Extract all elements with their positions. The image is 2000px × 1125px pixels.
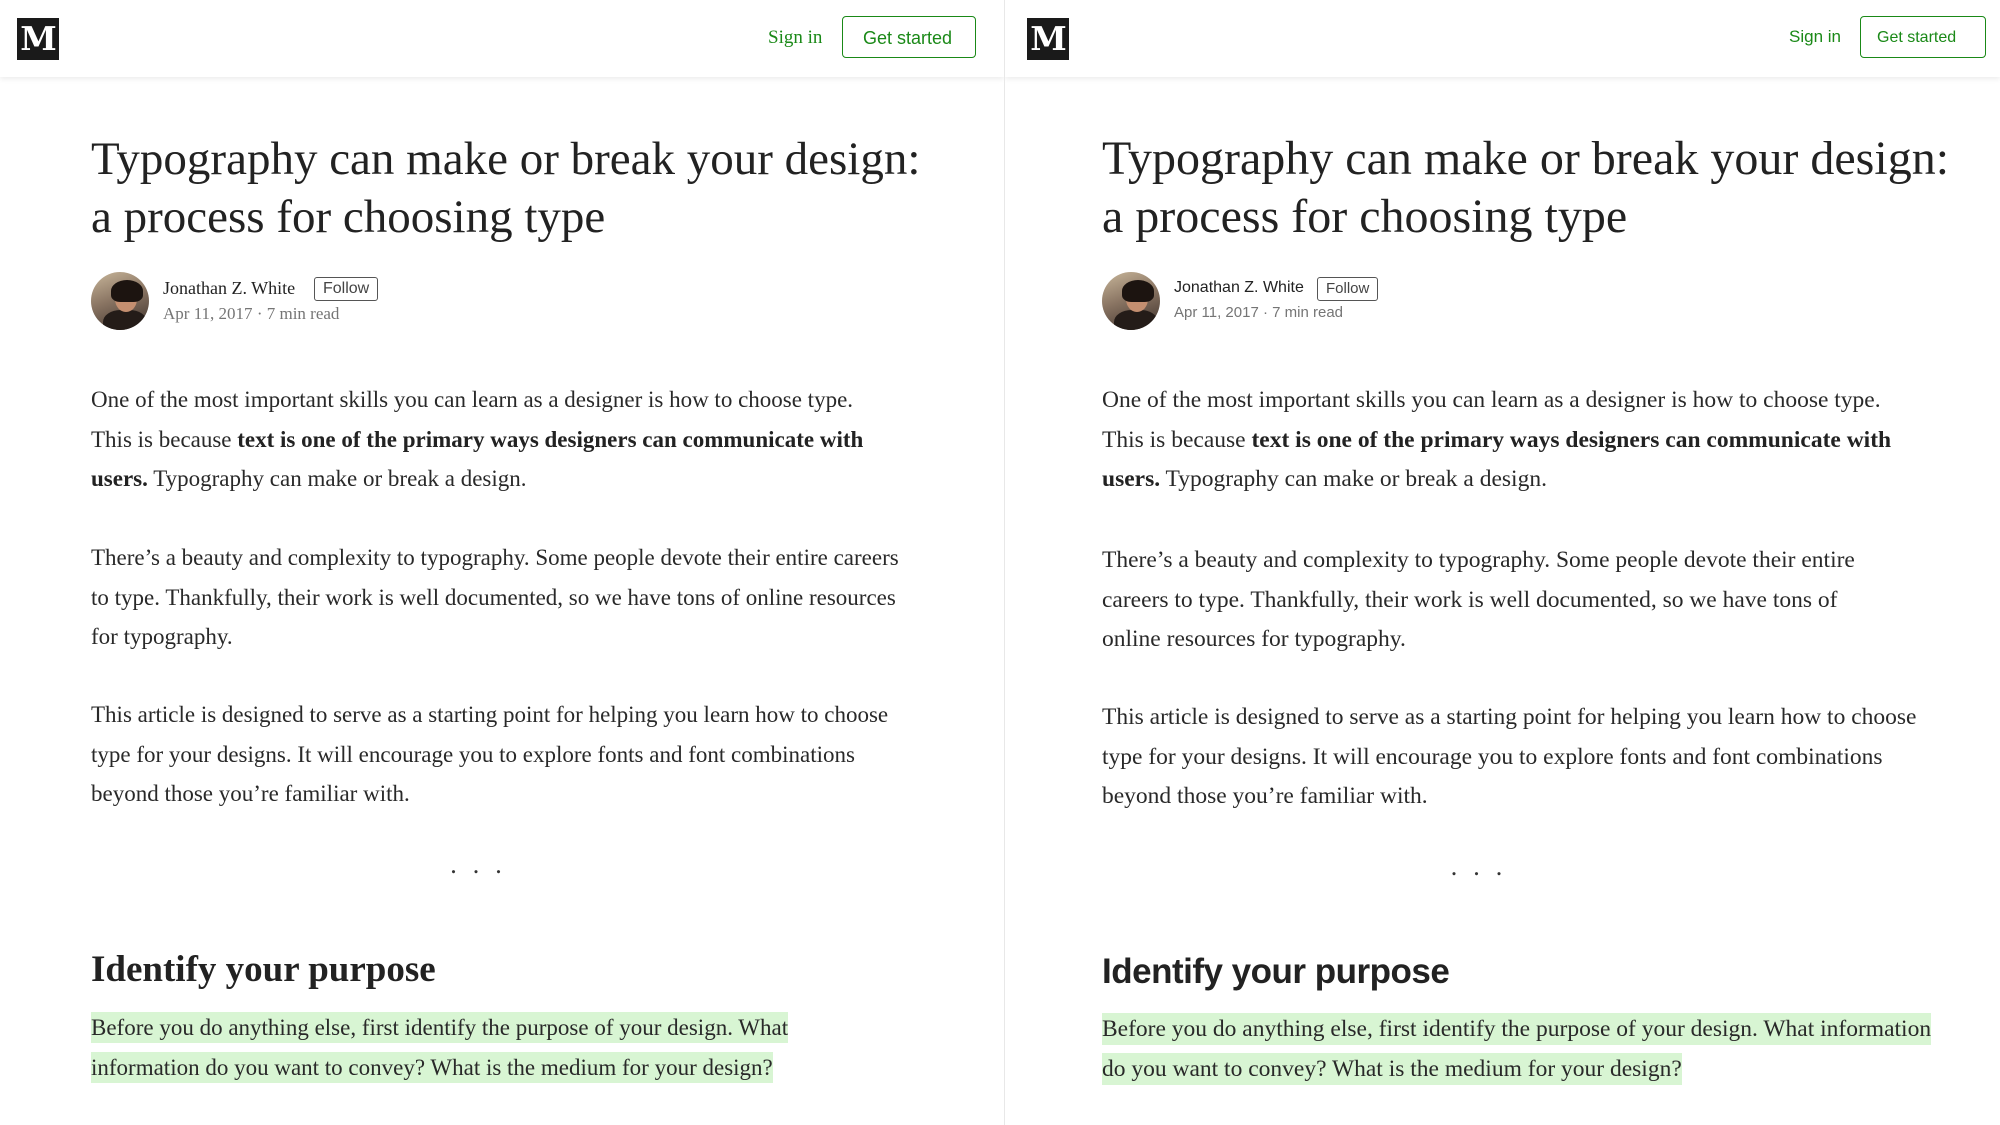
article-title: Typography can make or break your design… <box>1102 132 1950 243</box>
medium-logo-icon[interactable]: M <box>1027 18 1069 60</box>
post-meta: Apr 11, 2017 · 7 min read <box>163 304 339 324</box>
paragraph-2: There’s a beauty and complexity to typog… <box>91 545 899 649</box>
avatar[interactable] <box>1102 272 1160 330</box>
top-bar: M Sign in Get started <box>0 0 1004 77</box>
author-name-link[interactable]: Jonathan Z. White <box>1174 279 1304 297</box>
author-name-link[interactable]: Jonathan Z. White <box>163 278 295 299</box>
section-heading: Identify your purpose <box>1102 952 1450 991</box>
paragraph-3: This article is designed to serve as a s… <box>91 702 889 806</box>
paragraph-3: This article is designed to serve as a s… <box>1102 704 1917 809</box>
paragraph-4: Before you do anything else, first ident… <box>91 1008 871 1087</box>
meta-separator: · <box>252 304 267 323</box>
left-pane: M Sign in Get started Typography can mak… <box>0 0 1004 1125</box>
highlighted-text[interactable]: Before you do anything else, first ident… <box>1102 1013 1932 1085</box>
meta-separator: · <box>1258 304 1273 321</box>
section-separator: ... <box>450 850 518 879</box>
article-title: Typography can make or break your design… <box>91 133 921 243</box>
paragraph-1: One of the most important skills you can… <box>91 387 864 491</box>
section-separator: ... <box>1450 852 1519 881</box>
signin-link[interactable]: Sign in <box>1789 27 1841 47</box>
right-pane: M Sign in Get started Typography can mak… <box>1005 0 2000 1125</box>
follow-button[interactable]: Follow <box>1317 277 1379 301</box>
paragraph-1: One of the most important skills you can… <box>1102 387 1892 492</box>
highlighted-text[interactable]: Before you do anything else, first ident… <box>91 1012 789 1083</box>
signin-link[interactable]: Sign in <box>768 27 822 49</box>
medium-logo-icon[interactable]: M <box>17 18 59 60</box>
get-started-button[interactable]: Get started <box>1860 16 1986 58</box>
get-started-button[interactable]: Get started <box>842 16 976 58</box>
read-time: 7 min read <box>1272 304 1344 321</box>
post-date: Apr 11, 2017 <box>163 304 253 323</box>
section-heading: Identify your purpose <box>91 949 436 990</box>
post-meta: Apr 11, 2017 · 7 min read <box>1174 304 1343 321</box>
paragraph-2: There’s a beauty and complexity to typog… <box>1102 547 1855 652</box>
post-date: Apr 11, 2017 <box>1174 304 1259 321</box>
top-bar: M Sign in Get started <box>1005 0 2000 77</box>
follow-button[interactable]: Follow <box>314 277 379 301</box>
paragraph-4: Before you do anything else, first ident… <box>1102 1010 1942 1089</box>
avatar[interactable] <box>91 272 149 330</box>
read-time: 7 min read <box>266 304 340 323</box>
